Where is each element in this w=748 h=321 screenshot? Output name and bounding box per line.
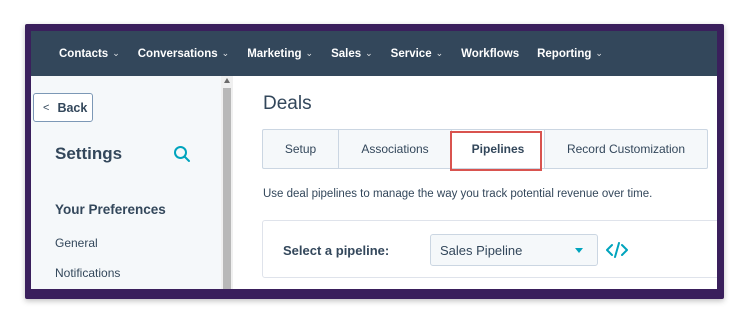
tab-label: Record Customization — [566, 142, 686, 156]
chevron-down-icon: ⌄ — [595, 48, 603, 58]
section-heading: Your Preferences — [55, 202, 166, 217]
nav-label: Reporting — [537, 47, 592, 60]
pipeline-select[interactable]: Sales Pipeline — [430, 234, 598, 266]
chevron-left-icon: < — [43, 101, 50, 114]
nav-sales[interactable]: Sales ⌄ — [331, 48, 373, 60]
tab-record-customization[interactable]: Record Customization — [545, 130, 707, 168]
highlight-box — [450, 131, 542, 171]
pipeline-value: Sales Pipeline — [440, 242, 523, 258]
pipelines-description: Use deal pipelines to manage the way you… — [263, 188, 653, 200]
tab-setup[interactable]: Setup — [263, 130, 339, 168]
nav-marketing[interactable]: Marketing ⌄ — [247, 48, 313, 60]
pipeline-selector-panel: Select a pipeline: Sales Pipeline — [262, 220, 717, 278]
chevron-down-icon: ⌄ — [305, 48, 314, 58]
caret-down-icon — [575, 248, 583, 253]
sidebar-scrollbar[interactable] — [221, 76, 233, 289]
chevron-down-icon: ⌄ — [112, 48, 120, 58]
tab-pipelines[interactable]: Pipelines — [450, 130, 545, 171]
tab-label: Setup — [284, 142, 317, 156]
nav-label: Workflows — [461, 47, 520, 60]
settings-sidebar: < Back Settings Your Preferences General… — [31, 76, 221, 289]
tab-associations[interactable]: Associations — [339, 130, 452, 168]
sidebar-item-general[interactable]: General — [55, 236, 98, 250]
chevron-down-icon: ⌄ — [221, 48, 230, 58]
top-navigation: Contacts ⌄ Conversations ⌄ Marketing ⌄ Sale… — [31, 31, 717, 76]
sidebar-item-notifications[interactable]: Notifications — [55, 266, 120, 280]
chevron-down-icon: ⌄ — [435, 48, 444, 58]
tab-bar: Setup Associations Pipelines Record Cust… — [262, 129, 708, 171]
sidebar-title: Settings — [55, 144, 123, 163]
nav-service[interactable]: Service ⌄ — [391, 48, 443, 60]
search-icon[interactable] — [173, 145, 191, 163]
nav-label: Marketing — [247, 47, 302, 60]
app-window: Contacts ⌄ Conversations ⌄ Marketing ⌄ Sale… — [31, 31, 717, 289]
nav-conversations[interactable]: Conversations ⌄ — [138, 48, 229, 60]
nav-reporting[interactable]: Reporting ⌄ — [537, 48, 603, 60]
nav-label: Contacts — [59, 47, 109, 60]
nav-workflows[interactable]: Workflows — [461, 48, 519, 60]
nav-label: Conversations — [137, 47, 218, 60]
scrollbar-thumb[interactable] — [223, 88, 231, 289]
back-label: Back — [57, 100, 88, 115]
nav-label: Service — [390, 47, 432, 60]
pipeline-label: Select a pipeline: — [283, 243, 390, 258]
scroll-up-icon[interactable] — [224, 78, 230, 83]
nav-contacts[interactable]: Contacts ⌄ — [59, 48, 120, 60]
back-button[interactable]: < Back — [33, 93, 93, 122]
page-title: Deals — [263, 93, 312, 114]
nav-label: Sales — [331, 47, 362, 60]
tab-label: Associations — [361, 142, 429, 156]
code-icon[interactable] — [606, 241, 628, 259]
chevron-down-icon: ⌄ — [365, 48, 373, 58]
